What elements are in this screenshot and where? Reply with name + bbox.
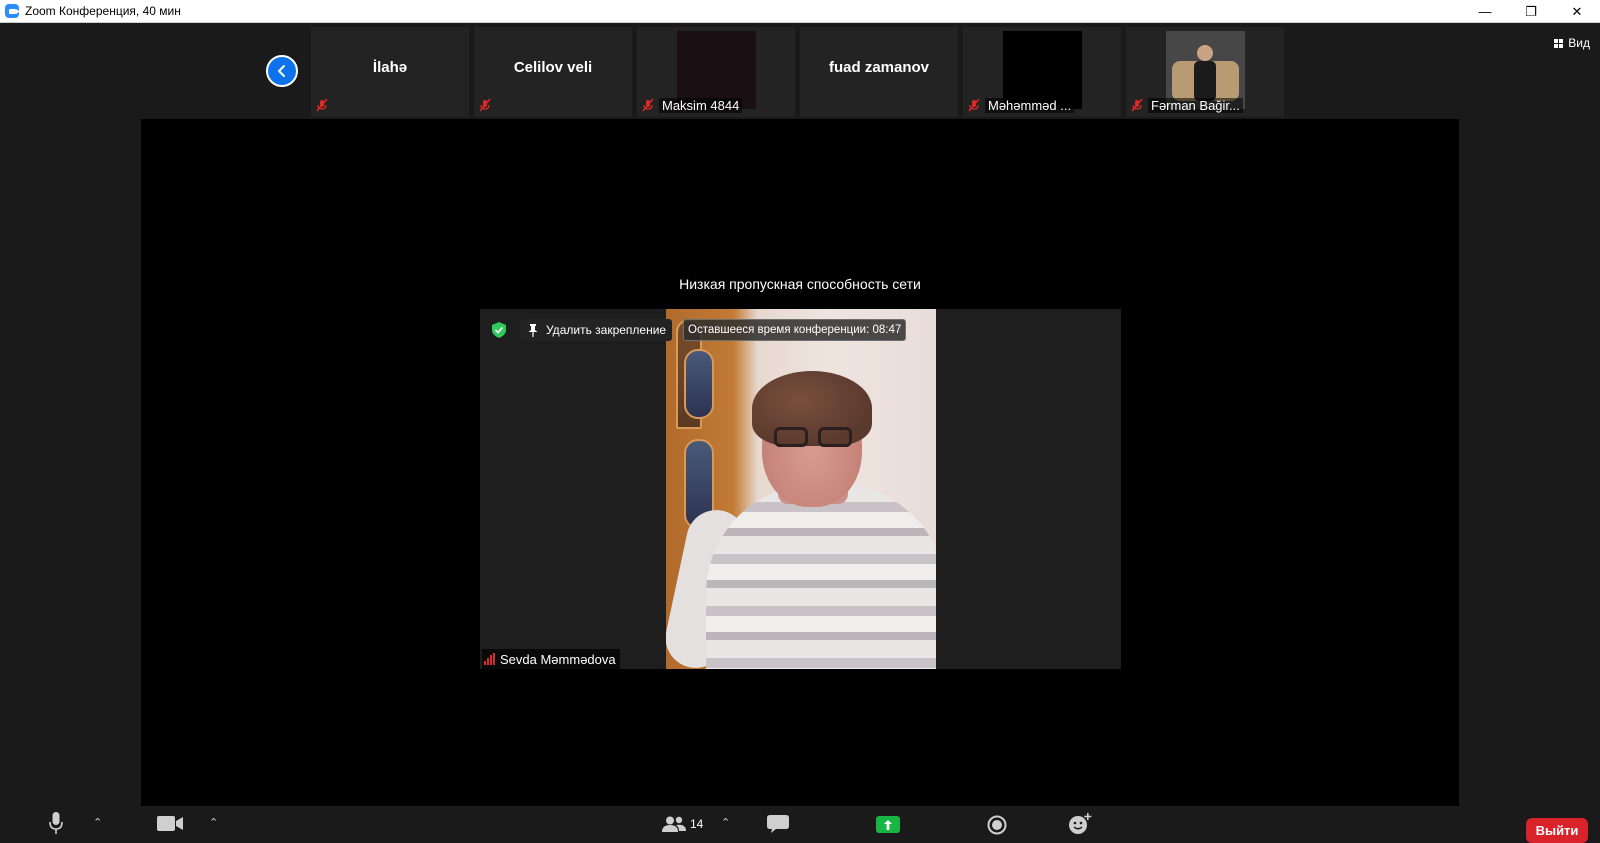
restore-button[interactable]: ❐ <box>1508 0 1554 23</box>
grid-icon <box>1554 38 1564 48</box>
speaker-name-footer: Sevda Məmmədova <box>482 649 620 669</box>
video-camera-icon <box>157 816 183 831</box>
bandwidth-notice: Низкая пропускная способность сети <box>679 276 921 292</box>
unpin-label: Удалить закрепление <box>546 323 667 337</box>
tile-footer <box>478 97 492 113</box>
muted-mic-icon <box>642 98 654 112</box>
previous-page-button[interactable] <box>266 55 298 87</box>
window-controls: — ❐ ✕ <box>1462 0 1600 23</box>
tile-footer <box>315 97 329 113</box>
record-icon <box>987 815 1007 835</box>
speaker-name: Sevda Məmmədova <box>500 651 616 667</box>
leave-meeting-button[interactable]: Выйти <box>1526 818 1588 843</box>
chat-icon <box>767 815 789 833</box>
video-button[interactable] <box>157 816 183 831</box>
participant-name: Məhəmməd ... <box>985 97 1075 113</box>
record-button[interactable] <box>987 815 1007 835</box>
participant-tile[interactable]: Maksim 4844 <box>637 27 795 117</box>
tile-footer: Məhəmməd ... <box>967 97 1075 113</box>
unpin-button[interactable]: Удалить закрепление <box>520 319 673 341</box>
muted-mic-icon <box>316 98 328 112</box>
title-bar: Zoom Конференция, 40 мин — ❐ ✕ <box>0 0 1600 23</box>
participants-icon <box>662 816 686 832</box>
participant-tile[interactable]: fuad zamanov <box>800 27 958 117</box>
meeting-toolbar: ⌃ ⌃ 14 ⌃ Выйти <box>0 806 1600 843</box>
zoom-app-icon <box>5 4 19 18</box>
participant-tile[interactable]: Celilov veli <box>474 27 632 117</box>
minimize-button[interactable]: — <box>1462 0 1508 23</box>
participant-strip: İlahə Celilov veli Maksim 4844 fuad zama… <box>0 23 1600 117</box>
chevron-left-icon <box>278 65 285 77</box>
participant-tile[interactable]: Fərman Bağir... <box>1126 27 1284 117</box>
tile-footer: Fərman Bağir... <box>1130 97 1243 113</box>
time-remaining: Оставшееся время конференции: 08:47 <box>683 319 907 341</box>
signal-strength-icon <box>484 653 496 665</box>
participant-name: İlahə <box>372 59 408 76</box>
microphone-button[interactable] <box>49 812 63 834</box>
muted-mic-icon <box>1131 98 1143 112</box>
view-label: Вид <box>1568 36 1590 50</box>
microphone-icon <box>49 812 63 834</box>
participant-name: Fərman Bağir... <box>1148 97 1243 113</box>
pin-icon <box>528 323 538 337</box>
window-title: Zoom Конференция, 40 мин <box>25 4 181 18</box>
main-stage: Низкая пропускная способность сети Удали… <box>141 119 1459 806</box>
participant-count: 14 <box>690 817 704 831</box>
chevron-up-icon[interactable]: ⌃ <box>209 816 218 829</box>
share-screen-button[interactable] <box>876 816 900 833</box>
active-speaker-video[interactable]: Удалить закрепление Оставшееся время кон… <box>480 309 1121 669</box>
participant-name: Maksim 4844 <box>659 97 743 113</box>
tile-footer: Maksim 4844 <box>641 97 743 113</box>
participants-button[interactable]: 14 <box>662 816 703 832</box>
muted-mic-icon <box>479 98 491 112</box>
chevron-up-icon[interactable]: ⌃ <box>721 816 730 829</box>
participant-name: fuad zamanov <box>828 59 930 76</box>
view-button[interactable]: Вид <box>1554 36 1590 50</box>
reactions-button[interactable] <box>1068 813 1092 835</box>
shield-icon <box>492 322 506 338</box>
muted-mic-icon <box>968 98 980 112</box>
chevron-up-icon[interactable]: ⌃ <box>93 816 102 829</box>
share-screen-icon <box>876 816 900 833</box>
smiley-plus-icon <box>1069 813 1092 834</box>
participant-name: Celilov veli <box>513 59 593 76</box>
participant-tile[interactable]: Məhəmməd ... <box>963 27 1121 117</box>
chat-button[interactable] <box>767 815 789 834</box>
participant-tile[interactable]: İlahə <box>311 27 469 117</box>
speaker-video-feed <box>666 309 936 669</box>
close-button[interactable]: ✕ <box>1554 0 1600 23</box>
